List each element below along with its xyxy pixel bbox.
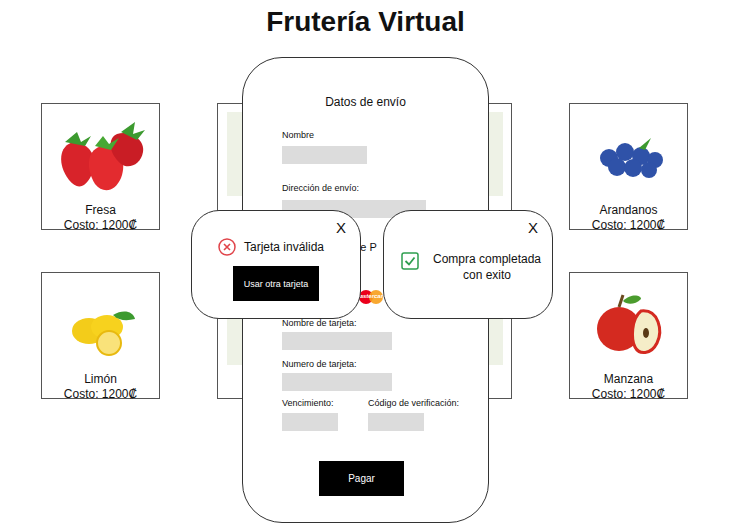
success-message: Compra completada con exito [428,251,546,283]
product-name: Arandanos [599,203,657,218]
product-name: Manzana [604,372,653,387]
product-price: Costo: 1200₡ [64,218,137,233]
product-card[interactable]: LimónCosto: 1200₡ [41,272,160,399]
product-image [51,112,151,196]
product-image [51,281,151,365]
field-label: Vencimiento: [282,397,338,410]
field-label: Código de verificación: [368,397,459,410]
pay-button[interactable]: Pagar [319,461,404,496]
field-label: Nombre [282,129,468,142]
text-field[interactable] [282,373,392,391]
strawberry-icon [51,112,151,196]
field-group: Código de verificación: [368,397,459,431]
expiry-cvv-row: Vencimiento: Código de verificación: [282,397,468,431]
product-price: Costo: 1200₡ [592,218,665,233]
close-button[interactable]: X [336,219,346,237]
field-label: Numero de tarjeta: [282,358,468,371]
error-message-row: Tarjeta inválida [218,238,324,256]
product-image [579,112,679,196]
product-price: Costo: 1200₡ [592,387,665,402]
field-group: Vencimiento: [282,397,338,431]
product-name: Limón [84,372,117,387]
use-other-card-button[interactable]: Usar otra tarjeta [233,266,319,301]
error-message: Tarjeta inválida [244,240,324,254]
text-field[interactable] [282,332,392,350]
text-field[interactable] [282,146,367,164]
apple-icon [579,281,679,365]
store-title: Frutería Virtual [0,0,731,44]
product-card[interactable]: ManzanaCosto: 1200₡ [569,272,688,399]
error-popup: X Tarjeta inválida Usar otra tarjeta [191,210,361,319]
success-popup: X Compra completada con exito [383,210,553,319]
blueberry-icon [579,112,679,196]
text-field[interactable] [282,413,338,431]
lemon-icon [51,281,151,365]
error-icon [218,238,236,256]
product-card[interactable]: ArandanosCosto: 1200₡ [569,103,688,230]
product-image [579,281,679,365]
check-icon [401,252,419,270]
product-price: Costo: 1200₡ [64,387,137,402]
product-name: Fresa [85,203,116,218]
field-label: Dirección de envío: [282,182,468,195]
product-card[interactable]: FresaCosto: 1200₡ [41,103,160,230]
checkout-title: Datos de envío [263,95,468,110]
close-button[interactable]: X [528,219,538,237]
text-field[interactable] [368,413,424,431]
